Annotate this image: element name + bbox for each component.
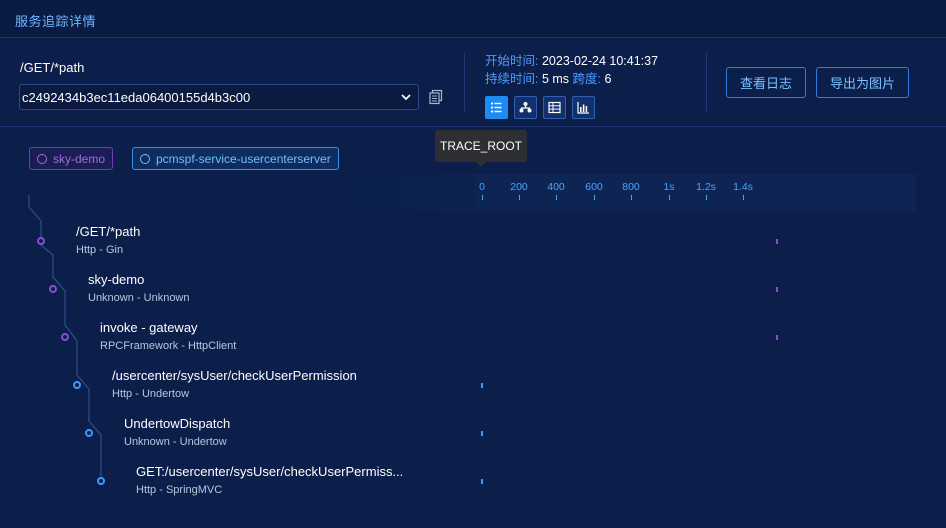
span-component: RPCFramework - HttpClient bbox=[100, 340, 237, 352]
view-statistics-button[interactable] bbox=[572, 96, 595, 119]
trace-endpoint: /GET/*path bbox=[20, 60, 85, 75]
tick-mark bbox=[706, 195, 707, 200]
span-count-label: 跨度: bbox=[572, 72, 602, 86]
start-time-value: 2023-02-24 10:41:37 bbox=[541, 54, 659, 68]
tick-mark bbox=[482, 195, 483, 200]
span-node-icon[interactable] bbox=[61, 333, 69, 341]
duration-value: 5 ms bbox=[541, 72, 570, 86]
circle-icon bbox=[140, 153, 150, 164]
span-component: Unknown - Undertow bbox=[124, 436, 227, 448]
duration-label: 持续时间: bbox=[485, 72, 539, 86]
span-duration-bar[interactable] bbox=[481, 479, 483, 484]
tree-icon bbox=[519, 102, 532, 113]
tick-mark bbox=[594, 195, 595, 200]
tick-label: 1.4s bbox=[733, 181, 753, 193]
tick-label: 1s bbox=[663, 181, 675, 193]
start-time: 开始时间: 2023-02-24 10:41:37 bbox=[485, 50, 658, 69]
page-title: 服务追踪详情 bbox=[15, 14, 97, 29]
span-node-icon[interactable] bbox=[85, 429, 93, 437]
span-node-icon[interactable] bbox=[97, 477, 105, 485]
span-name: /GET/*path bbox=[76, 224, 141, 239]
circle-icon bbox=[37, 153, 47, 164]
tick-label: 800 bbox=[622, 181, 640, 193]
tick-label: 200 bbox=[510, 181, 528, 193]
span-name: sky-demo bbox=[88, 272, 145, 287]
service-tag-label: sky-demo bbox=[53, 151, 106, 166]
span-name: /usercenter/sysUser/checkUserPermission bbox=[112, 368, 357, 383]
duration-and-span: 持续时间: 5 ms 跨度: 6 bbox=[485, 68, 611, 87]
list-icon bbox=[490, 102, 502, 113]
span-duration-bar[interactable] bbox=[776, 335, 778, 340]
tick-label: 0 bbox=[479, 181, 485, 193]
copy-icon[interactable] bbox=[428, 89, 444, 105]
span-node-icon[interactable] bbox=[37, 237, 45, 245]
span-name: UndertowDispatch bbox=[124, 416, 231, 431]
divider bbox=[464, 53, 465, 111]
tick-mark bbox=[669, 195, 670, 200]
view-logs-button[interactable]: 查看日志 bbox=[726, 67, 806, 98]
tooltip-arrow bbox=[476, 162, 486, 167]
title-bar bbox=[0, 0, 946, 38]
span-name: GET:/usercenter/sysUser/checkUserPermiss… bbox=[136, 464, 404, 479]
table-icon bbox=[548, 101, 561, 114]
divider bbox=[706, 53, 707, 111]
timeline-ruler bbox=[475, 174, 916, 212]
span-component: Http - Gin bbox=[76, 244, 124, 256]
chevron-down-icon bbox=[401, 94, 411, 101]
view-tree-button[interactable] bbox=[514, 96, 537, 119]
start-time-label: 开始时间: bbox=[485, 54, 539, 68]
span-node-icon[interactable] bbox=[49, 285, 57, 293]
span-count-value: 6 bbox=[604, 72, 612, 86]
span-name: invoke - gateway bbox=[100, 320, 198, 335]
service-tag-sky-demo[interactable]: sky-demo bbox=[29, 147, 114, 170]
view-list-button[interactable] bbox=[485, 96, 508, 119]
span-duration-bar[interactable] bbox=[481, 431, 483, 436]
tick-mark bbox=[556, 195, 557, 200]
span-component: Unknown - Unknown bbox=[88, 292, 190, 304]
tick-mark bbox=[743, 195, 744, 200]
span-node-icon[interactable] bbox=[73, 381, 81, 389]
bar-chart-icon bbox=[577, 102, 589, 114]
tick-label: 400 bbox=[547, 181, 565, 193]
tick-mark bbox=[519, 195, 520, 200]
export-image-button[interactable]: 导出为图片 bbox=[816, 67, 909, 98]
trace-id-select[interactable]: c2492434b3ec11eda06400155d4b3c00 bbox=[19, 84, 419, 110]
span-duration-bar[interactable] bbox=[776, 287, 778, 292]
view-table-button[interactable] bbox=[543, 96, 566, 119]
tick-mark bbox=[631, 195, 632, 200]
tick-label: 1.2s bbox=[696, 181, 716, 193]
tick-label: 600 bbox=[585, 181, 603, 193]
service-tag-label: pcmspf-service-usercenterserver bbox=[156, 151, 331, 166]
span-component: Http - SpringMVC bbox=[136, 484, 223, 496]
span-component: Http - Undertow bbox=[112, 388, 190, 400]
span-duration-bar[interactable] bbox=[776, 239, 778, 244]
trace-id-value: c2492434b3ec11eda06400155d4b3c00 bbox=[22, 90, 251, 105]
service-tag-usercenterserver[interactable]: pcmspf-service-usercenterserver bbox=[132, 147, 339, 170]
span-duration-bar[interactable] bbox=[481, 383, 483, 388]
trace-root-tooltip: TRACE_ROOT bbox=[435, 130, 527, 162]
